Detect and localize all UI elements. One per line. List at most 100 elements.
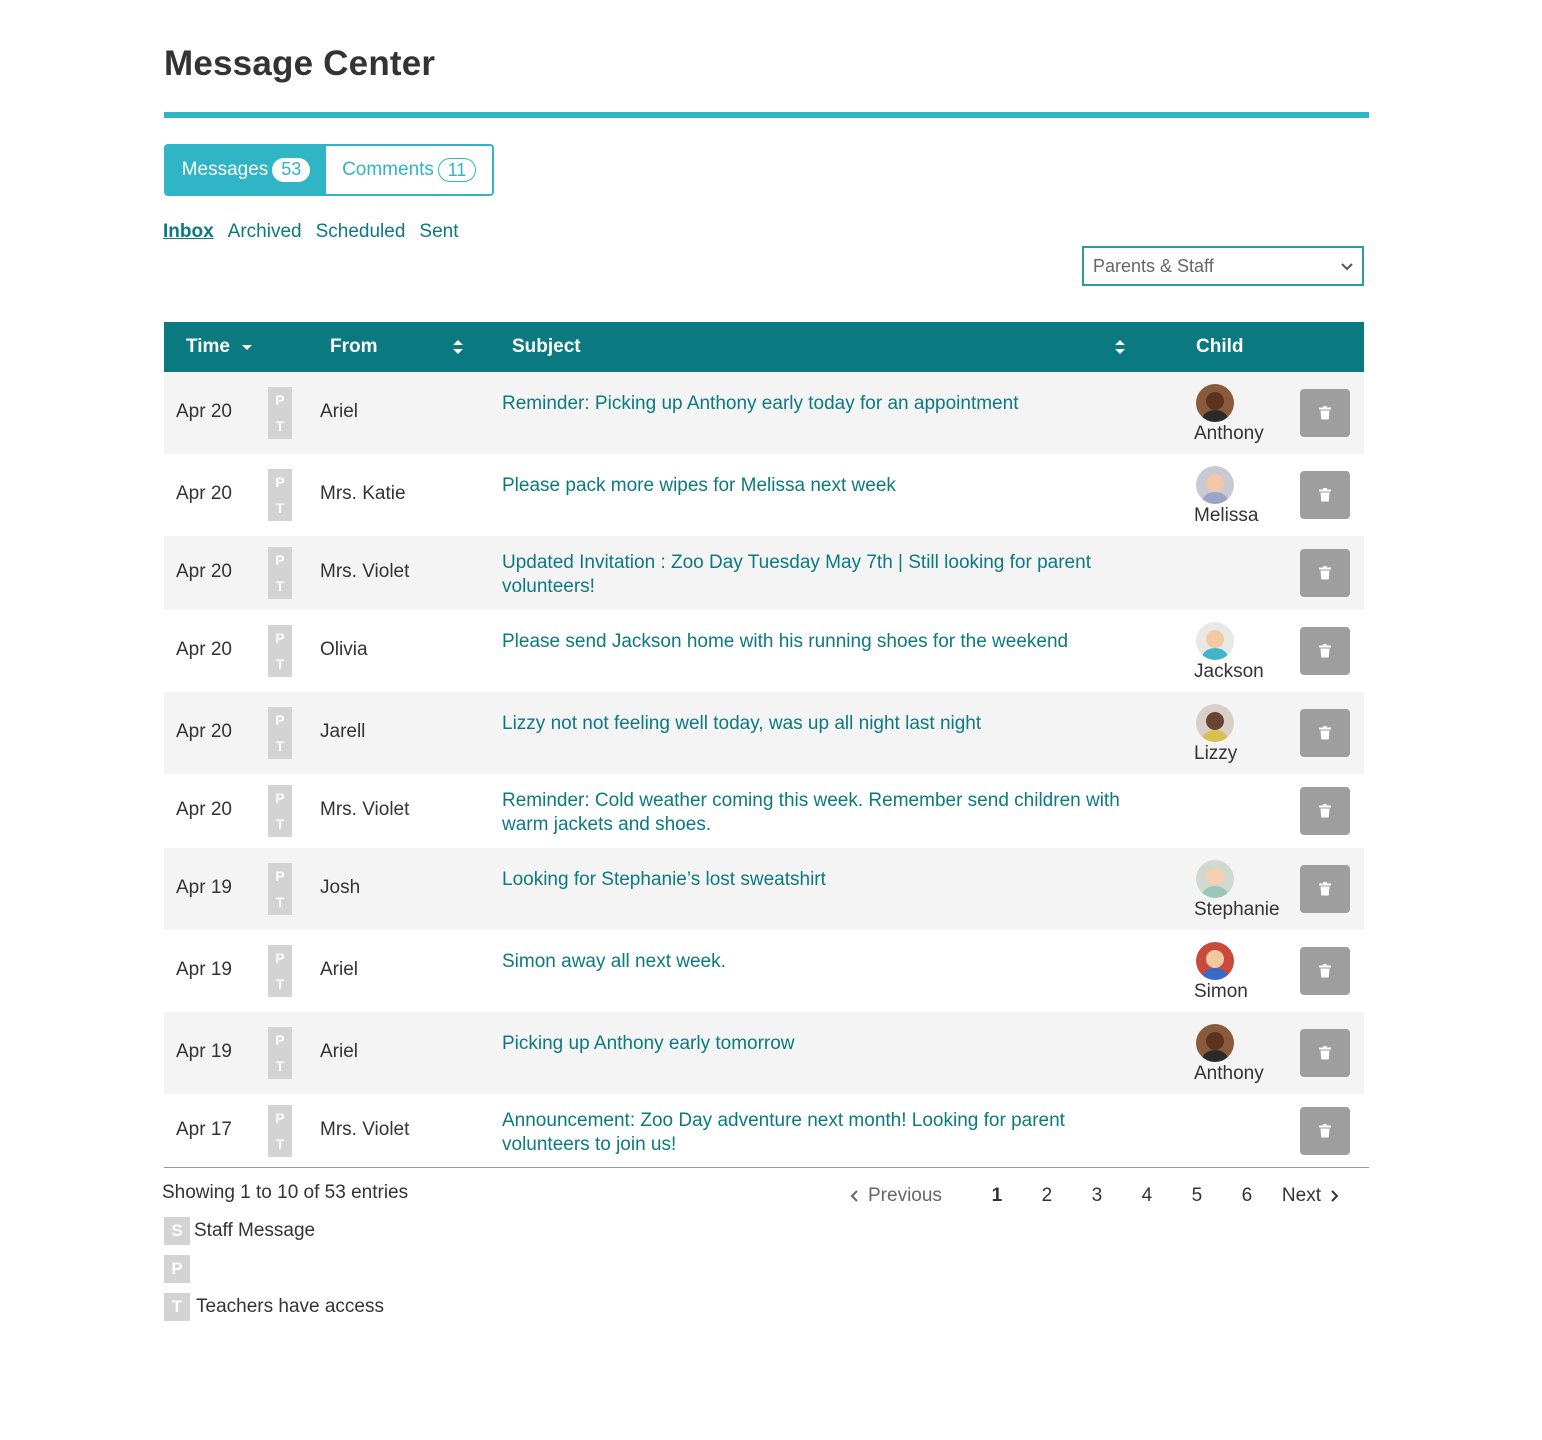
delete-button[interactable] bbox=[1300, 865, 1350, 913]
child-name: Melissa bbox=[1194, 505, 1259, 526]
legend-staff-text: Staff Message bbox=[194, 1220, 316, 1241]
child-avatar bbox=[1196, 466, 1234, 504]
previous-page-button[interactable]: Previous bbox=[850, 1185, 942, 1207]
trash-icon bbox=[1319, 964, 1331, 978]
page-4-button[interactable]: 4 bbox=[1122, 1185, 1172, 1207]
teacher-badge: T bbox=[275, 816, 285, 832]
parent-badge: P bbox=[275, 1032, 285, 1048]
delete-button[interactable] bbox=[1300, 1107, 1350, 1155]
table-row[interactable]: Apr 20 P T Mrs. Violet Reminder: Cold weathe… bbox=[164, 774, 1364, 848]
access-badges: PT bbox=[268, 707, 292, 759]
row-subject-link[interactable]: Simon away all next week. bbox=[502, 950, 1142, 974]
row-subject-link[interactable]: Please pack more wipes for Melissa next … bbox=[502, 474, 1142, 498]
sort-arrows-icon[interactable] bbox=[1114, 339, 1126, 355]
table-row[interactable]: Apr 19 P T Josh Looking for Stephanie’s lost… bbox=[164, 848, 1364, 930]
table-row[interactable]: Apr 19 P T Ariel Picking up Anthony early to… bbox=[164, 1012, 1364, 1094]
audience-filter-select[interactable]: Parents & Staff bbox=[1082, 246, 1364, 286]
row-subject-link[interactable]: Updated Invitation : Zoo Day Tuesday May… bbox=[502, 551, 1142, 599]
parent-badge: P bbox=[275, 1110, 285, 1126]
access-badges: PT bbox=[268, 945, 292, 997]
access-badges: PT bbox=[268, 785, 292, 837]
view-toggle: Messages 53 Comments 11 bbox=[164, 144, 494, 196]
parent-badge: P bbox=[275, 712, 285, 728]
row-child: Anthony bbox=[1194, 1024, 1284, 1085]
delete-button[interactable] bbox=[1300, 471, 1350, 519]
table-row[interactable]: Apr 20 P T Ariel Reminder: Picking up Anthon… bbox=[164, 372, 1364, 454]
entries-info: Showing 1 to 10 of 53 entries bbox=[162, 1182, 409, 1203]
parent-badge: P bbox=[275, 950, 285, 966]
table-row[interactable]: Apr 20 P T Olivia Please send Jackson home w… bbox=[164, 610, 1364, 692]
row-subject-link[interactable]: Picking up Anthony early tomorrow bbox=[502, 1032, 1142, 1056]
table-row[interactable]: Apr 20 P T Jarell Lizzy not not feeling well… bbox=[164, 692, 1364, 774]
child-avatar bbox=[1196, 942, 1234, 980]
delete-button[interactable] bbox=[1300, 709, 1350, 757]
folder-inbox-link[interactable]: Inbox bbox=[163, 221, 214, 243]
column-time-header[interactable]: Time bbox=[186, 336, 253, 358]
table-row[interactable]: Apr 20 P T Mrs. Violet Updated Invitation : … bbox=[164, 536, 1364, 610]
tab-messages-label: Messages bbox=[181, 159, 269, 180]
page-3-button[interactable]: 3 bbox=[1072, 1185, 1122, 1207]
child-name: Stephanie bbox=[1194, 899, 1280, 920]
row-child: Jackson bbox=[1194, 622, 1284, 683]
access-badges: PT bbox=[268, 863, 292, 915]
row-subject-link[interactable]: Reminder: Picking up Anthony early today… bbox=[502, 392, 1142, 416]
delete-button[interactable] bbox=[1300, 627, 1350, 675]
tab-comments-label: Comments bbox=[342, 159, 434, 180]
page-2-button[interactable]: 2 bbox=[1022, 1185, 1072, 1207]
table-row[interactable]: Apr 19 P T Ariel Simon away all next week. Si… bbox=[164, 930, 1364, 1012]
folder-archived-link[interactable]: Archived bbox=[228, 221, 302, 243]
column-subject-header[interactable]: Subject bbox=[512, 336, 581, 358]
delete-button[interactable] bbox=[1300, 787, 1350, 835]
page-5-button[interactable]: 5 bbox=[1172, 1185, 1222, 1207]
next-page-button[interactable]: Next bbox=[1282, 1185, 1339, 1207]
row-subject-link[interactable]: Lizzy not not feeling well today, was up… bbox=[502, 712, 1142, 736]
row-sender: Ariel bbox=[320, 401, 359, 422]
folder-sent-link[interactable]: Sent bbox=[419, 221, 458, 243]
row-time: Apr 20 bbox=[176, 483, 232, 504]
column-from-header[interactable]: From bbox=[330, 336, 378, 358]
row-time: Apr 20 bbox=[176, 561, 232, 582]
child-name: Lizzy bbox=[1194, 743, 1238, 764]
delete-button[interactable] bbox=[1300, 947, 1350, 995]
row-child: Lizzy bbox=[1194, 704, 1284, 765]
legend-teachers-text: Teachers have access bbox=[196, 1296, 384, 1317]
child-avatar bbox=[1196, 1024, 1234, 1062]
trash-icon bbox=[1319, 726, 1331, 740]
delete-button[interactable] bbox=[1300, 389, 1350, 437]
table-bottom-border bbox=[164, 1167, 1369, 1168]
table-header: Time From Subject Child bbox=[164, 322, 1364, 372]
chevron-right-icon bbox=[1331, 1190, 1339, 1202]
teacher-badge: T bbox=[275, 1058, 285, 1074]
child-avatar bbox=[1196, 860, 1234, 898]
row-sender: Olivia bbox=[320, 639, 368, 660]
trash-icon bbox=[1319, 488, 1331, 502]
column-time-label: Time bbox=[186, 336, 231, 357]
table-row[interactable]: Apr 17 P T Mrs. Violet Announcement: Zoo Day… bbox=[164, 1094, 1364, 1168]
row-subject-link[interactable]: Please send Jackson home with his runnin… bbox=[502, 630, 1142, 654]
tab-messages[interactable]: Messages 53 bbox=[166, 146, 326, 194]
page-1-button[interactable]: 1 bbox=[972, 1185, 1022, 1207]
tab-comments[interactable]: Comments 11 bbox=[326, 146, 492, 194]
trash-icon bbox=[1319, 406, 1331, 420]
row-subject-link[interactable]: Reminder: Cold weather coming this week.… bbox=[502, 789, 1142, 837]
row-subject-link[interactable]: Looking for Stephanie’s lost sweatshirt bbox=[502, 868, 1142, 892]
row-sender: Josh bbox=[320, 877, 361, 898]
row-sender: Mrs. Violet bbox=[320, 1119, 410, 1140]
sort-arrows-icon[interactable] bbox=[452, 339, 464, 355]
caret-down-icon bbox=[242, 345, 253, 350]
row-time: Apr 19 bbox=[176, 959, 232, 980]
audience-filter-value: Parents & Staff bbox=[1093, 255, 1214, 276]
folder-scheduled-link[interactable]: Scheduled bbox=[316, 221, 406, 243]
teacher-badge: T bbox=[275, 738, 285, 754]
row-time: Apr 17 bbox=[176, 1119, 232, 1140]
delete-button[interactable] bbox=[1300, 549, 1350, 597]
previous-label: Previous bbox=[868, 1185, 942, 1206]
legend-badge-p: P bbox=[164, 1255, 190, 1283]
row-sender: Ariel bbox=[320, 1041, 359, 1062]
legend-badge-s: S bbox=[164, 1217, 190, 1245]
parent-badge: P bbox=[275, 868, 285, 884]
page-6-button[interactable]: 6 bbox=[1222, 1185, 1272, 1207]
table-row[interactable]: Apr 20 P T Mrs. Katie Please pack more wipes… bbox=[164, 454, 1364, 536]
delete-button[interactable] bbox=[1300, 1029, 1350, 1077]
row-subject-link[interactable]: Announcement: Zoo Day adventure next mon… bbox=[502, 1109, 1142, 1157]
